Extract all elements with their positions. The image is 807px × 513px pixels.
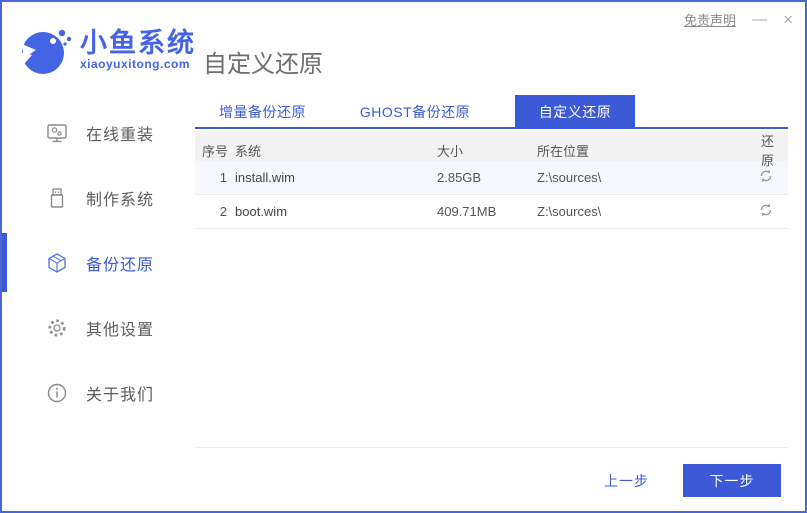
row-size: 409.71MB xyxy=(437,204,497,219)
sidebar: 在线重装 制作系统 备份还原 其他设置 关于我们 xyxy=(2,100,192,511)
gear-icon xyxy=(48,319,66,336)
monitor-icon xyxy=(47,123,67,142)
backup-cube-icon xyxy=(48,252,66,273)
row-location: Z:\sources\ xyxy=(537,170,602,185)
titlebar-controls: 免责声明 — × xyxy=(684,10,793,29)
restore-refresh-icon[interactable] xyxy=(758,202,774,218)
row-system: boot.wim xyxy=(235,204,288,219)
sidebar-item-other-settings[interactable]: 其他设置 xyxy=(2,295,192,360)
app-logo: 小鱼系统 xiaoyuxitong.com xyxy=(18,24,196,76)
sidebar-item-label: 其他设置 xyxy=(86,321,155,339)
app-window: 免责声明 — × 小鱼系统 xiaoyuxitong.com 自定义还原 在线重… xyxy=(0,0,807,513)
row-system: install.wim xyxy=(235,170,295,185)
table-body: 1 install.wim 2.85GB Z:\sources\ 2 boot.… xyxy=(195,161,788,229)
page-title: 自定义还原 xyxy=(203,51,323,78)
sidebar-item-about-us[interactable]: 关于我们 xyxy=(2,360,192,425)
footer: 上一步 下一步 xyxy=(604,464,781,497)
col-header-index: 序号 xyxy=(202,143,229,159)
backup-table: 序号 系统 大小 所在位置 还原 1 install.wim 2.85GB Z:… xyxy=(195,131,788,229)
logo-text: 小鱼系统 xiaoyuxitong.com xyxy=(80,27,196,72)
minimize-button[interactable]: — xyxy=(752,12,767,27)
row-index: 2 xyxy=(219,204,227,219)
sidebar-item-backup-restore[interactable]: 备份还原 xyxy=(2,230,192,295)
sidebar-item-label: 在线重装 xyxy=(86,126,155,144)
restore-refresh-icon[interactable] xyxy=(758,168,774,184)
info-icon xyxy=(47,383,67,402)
tab-custom-restore[interactable]: 自定义还原 xyxy=(515,95,635,129)
tab-bar: 增量备份还原 GHOST备份还原 自定义还原 xyxy=(195,95,788,129)
sidebar-item-label: 制作系统 xyxy=(86,191,155,209)
tab-underline xyxy=(195,127,788,129)
table-row: 1 install.wim 2.85GB Z:\sources\ xyxy=(195,161,788,195)
sidebar-item-online-reinstall[interactable]: 在线重装 xyxy=(2,100,192,165)
row-index: 1 xyxy=(219,170,227,185)
active-indicator-bar xyxy=(2,233,7,292)
sidebar-item-make-system[interactable]: 制作系统 xyxy=(2,165,192,230)
col-header-system: 系统 xyxy=(235,143,262,159)
footer-separator xyxy=(195,447,788,448)
row-location: Z:\sources\ xyxy=(537,204,602,219)
fish-logo-icon xyxy=(20,29,72,74)
tab-incremental-backup-restore[interactable]: 增量备份还原 xyxy=(200,95,325,129)
col-header-location: 所在位置 xyxy=(537,143,590,159)
logo-subtitle: xiaoyuxitong.com xyxy=(80,57,191,72)
row-size: 2.85GB xyxy=(437,170,482,185)
col-header-restore: 还原 xyxy=(760,134,774,168)
previous-step-button[interactable]: 上一步 xyxy=(604,471,649,491)
sidebar-item-label: 关于我们 xyxy=(86,386,155,404)
tab-ghost-backup-restore[interactable]: GHOST备份还原 xyxy=(340,95,490,129)
disclaimer-link[interactable]: 免责声明 xyxy=(684,10,736,29)
sidebar-item-label: 备份还原 xyxy=(86,256,155,274)
next-step-button[interactable]: 下一步 xyxy=(683,464,781,497)
col-header-size: 大小 xyxy=(437,143,464,159)
logo-title: 小鱼系统 xyxy=(80,27,196,58)
usb-drive-icon xyxy=(50,187,64,208)
close-button[interactable]: × xyxy=(783,11,793,28)
main-content: 增量备份还原 GHOST备份还原 自定义还原 序号 系统 大小 所在位置 还原 … xyxy=(195,95,788,229)
table-header-row: 序号 系统 大小 所在位置 还原 xyxy=(195,131,788,168)
table-row: 2 boot.wim 409.71MB Z:\sources\ xyxy=(195,195,788,229)
